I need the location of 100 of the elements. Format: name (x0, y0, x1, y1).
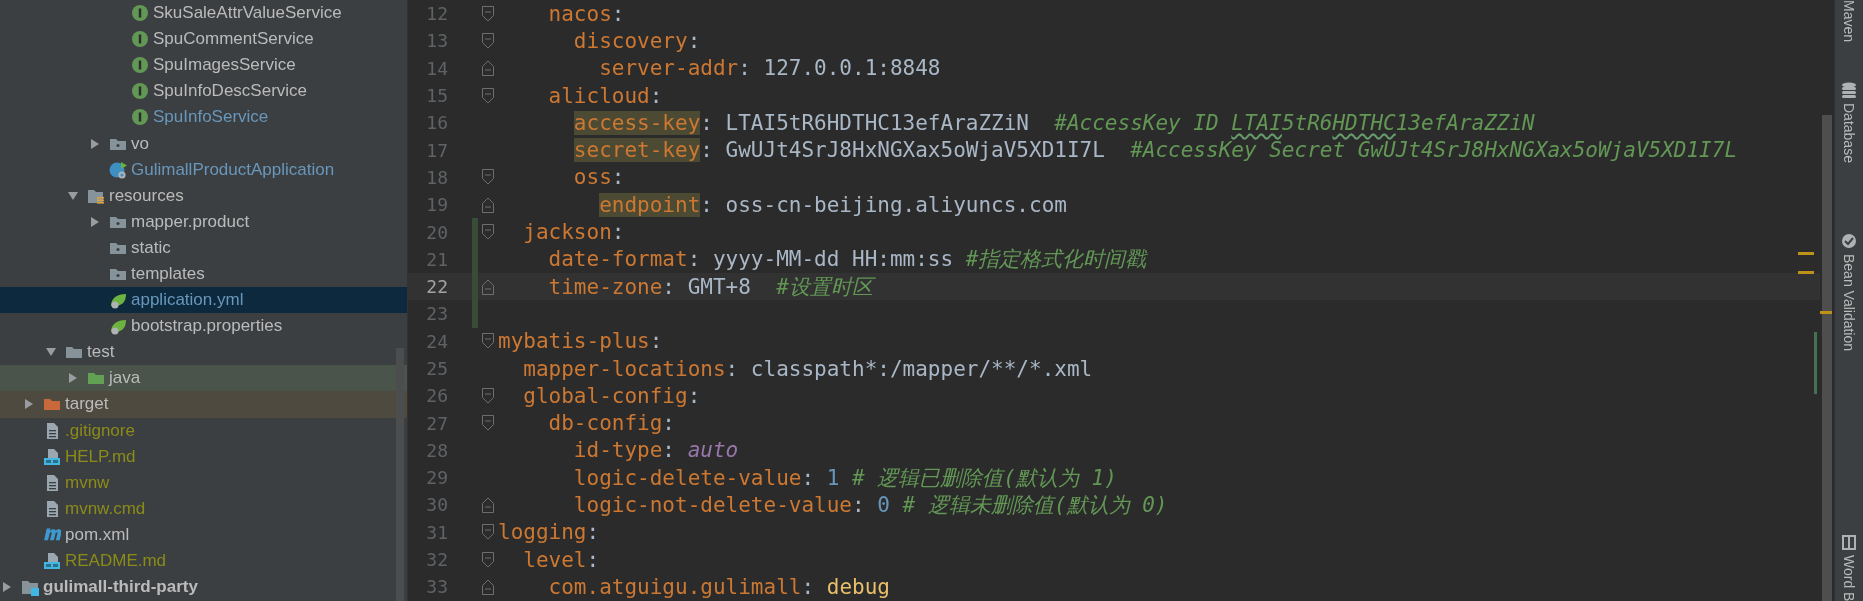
tree-row[interactable]: resources (0, 182, 407, 209)
code-line: access-key: LTAI5tR6HDTHC13efAraZZiN #AccessKey ID LTAI5tR6HDTHC13efAraZZiN (573, 110, 1535, 135)
code-line: date-format: yyyy-MM-dd HH:mm:ss #指定格式化时间戳 (548, 246, 1147, 274)
file-name: .gitignore (65, 420, 135, 441)
fold-icon[interactable] (481, 195, 495, 214)
tree-row[interactable]: SpuInfoService (0, 104, 407, 131)
file-name: SpuImagesService (153, 55, 296, 76)
expand-arrow-icon[interactable] (67, 372, 79, 385)
file-name: SkuSaleAttrValueService (153, 3, 342, 24)
interface-icon (131, 82, 149, 101)
tree-row[interactable]: gulimall-third-party (0, 574, 407, 601)
tree-row[interactable]: java (0, 365, 407, 392)
fold-icon[interactable] (481, 496, 495, 514)
fold-icon[interactable] (481, 59, 495, 78)
tree-row[interactable]: GulimallProductApplication (0, 156, 407, 183)
code-line: jackson: (523, 220, 625, 244)
line-number: 29 (425, 467, 448, 489)
warning-marker[interactable] (1798, 252, 1814, 255)
file-name: SpuInfoService (153, 107, 269, 128)
file-name: SpuInfoDescService (153, 81, 308, 102)
tree-row[interactable]: mvnw (0, 469, 407, 496)
tool-window-button[interactable]: Word B (1835, 527, 1863, 601)
file-name: mapper.product (131, 211, 250, 232)
fold-icon[interactable] (481, 4, 495, 23)
file-name: mvnw.cmd (65, 498, 146, 519)
code-line: logic-not-delete-value: 0 # 逻辑未删除值(默认为 0) (573, 492, 1168, 519)
line-number: 21 (425, 248, 448, 270)
tree-row[interactable]: SpuImagesService (0, 52, 407, 79)
file-name: gulimall-third-party (43, 577, 198, 598)
file-name: java (109, 368, 141, 389)
change-marker (1814, 332, 1817, 394)
fold-icon[interactable] (481, 223, 495, 241)
scrollbar-thumb[interactable] (1822, 115, 1832, 601)
interface-icon (131, 30, 149, 49)
file-name: application.yml (131, 290, 244, 311)
interface-icon (131, 108, 149, 127)
fold-icon[interactable] (481, 86, 495, 105)
leaf-icon (109, 317, 127, 336)
expand-arrow-icon[interactable] (89, 137, 101, 150)
line-number: 26 (425, 385, 448, 407)
code-line: global-config: (523, 383, 701, 408)
fold-icon[interactable] (481, 386, 495, 405)
tree-row[interactable]: test (0, 339, 407, 366)
fold-icon[interactable] (481, 168, 495, 187)
file-name: bootstrap.properties (131, 316, 283, 337)
expand-arrow-icon[interactable] (1, 581, 13, 594)
code-line: logic-delete-value: 1 # 逻辑已删除值(默认为 1) (573, 464, 1117, 492)
code-line: endpoint: oss-cn-beijing.aliyuncs.com (599, 192, 1067, 217)
tree-row[interactable]: mapper.product (0, 208, 407, 235)
file-name: pom.xml (65, 524, 130, 545)
tree-row[interactable]: vo (0, 130, 407, 157)
tree-row[interactable]: README.md (0, 547, 407, 575)
fold-icon[interactable] (481, 332, 495, 351)
tool-window-button[interactable]: Bean Validation (1835, 226, 1863, 357)
markdown-file-icon (43, 552, 61, 570)
tool-window-button[interactable]: Database (1835, 76, 1863, 169)
code-line: id-type: auto (573, 438, 739, 463)
tree-row[interactable]: SpuCommentService (0, 26, 407, 53)
tree-row[interactable]: application.yml (0, 287, 407, 314)
line-number: 16 (425, 112, 448, 134)
code-line: mapper-locations: classpath*:/mapper/**/*.xml (523, 356, 1093, 381)
fold-icon[interactable] (481, 414, 495, 433)
code-line: server-addr: 127.0.0.1:8848 (599, 56, 941, 81)
line-number: 18 (425, 166, 448, 188)
tree-row[interactable]: bootstrap.properties (0, 313, 407, 340)
warning-marker[interactable] (1798, 271, 1814, 274)
tree-row[interactable]: mvnw.cmd (0, 495, 407, 522)
line-number: 28 (425, 439, 448, 461)
tree-row[interactable]: templates (0, 260, 407, 288)
tree-row[interactable]: pom.xml (0, 521, 407, 548)
interface-icon (131, 56, 149, 75)
fold-icon[interactable] (481, 277, 495, 296)
file-name: static (131, 237, 171, 258)
fold-icon[interactable] (481, 550, 495, 569)
fold-icon[interactable] (481, 523, 495, 542)
tree-row[interactable]: target (0, 391, 407, 418)
file-name: SpuCommentService (153, 29, 314, 50)
file-name: README.md (65, 551, 167, 571)
tool-window-button[interactable]: Maven (1835, 0, 1863, 49)
markdown-file-icon (43, 447, 61, 466)
fold-icon[interactable] (481, 31, 495, 50)
code-line: logging: (498, 520, 600, 545)
tree-row[interactable]: HELP.md (0, 443, 407, 470)
tree-row[interactable]: .gitignore (0, 417, 407, 444)
tree-row[interactable]: SpuInfoDescService (0, 78, 407, 105)
expand-arrow-icon[interactable] (67, 189, 79, 202)
warning-marker[interactable] (1820, 311, 1832, 314)
tree-row[interactable]: SkuSaleAttrValueService (0, 0, 407, 27)
tree-row[interactable]: static (0, 234, 407, 261)
file-name: mvnw (65, 472, 110, 493)
line-number: 25 (425, 358, 448, 379)
code-line: com.atguigu.gulimall: debug (548, 574, 890, 599)
line-number: 13 (425, 30, 448, 52)
expand-arrow-icon[interactable] (89, 215, 101, 228)
line-number: 33 (425, 576, 448, 598)
fold-icon[interactable] (481, 577, 495, 596)
check-badge-icon (1841, 232, 1857, 250)
module-folder-icon (21, 578, 39, 597)
expand-arrow-icon[interactable] (23, 398, 35, 411)
file-name: templates (131, 264, 205, 284)
